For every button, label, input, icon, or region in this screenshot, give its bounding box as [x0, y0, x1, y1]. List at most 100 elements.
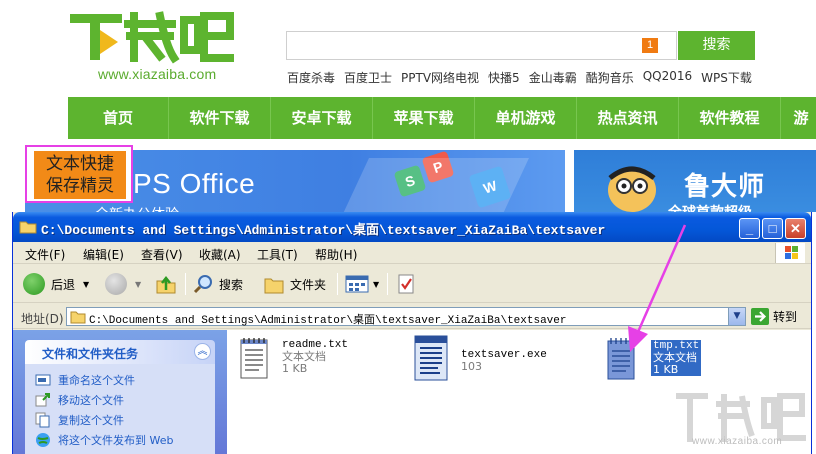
- callout-label: 文本快捷 保存精灵: [34, 151, 126, 199]
- hotlink[interactable]: WPS下载: [701, 69, 752, 86]
- file-version: 103: [461, 360, 482, 373]
- nav-item-tutorials[interactable]: 软件教程: [679, 97, 781, 139]
- toolbar-separator: [387, 273, 388, 295]
- nav-item-more[interactable]: 游: [781, 97, 816, 139]
- file-tasks-title: 文件和文件夹任务: [42, 347, 139, 361]
- window-titlebar[interactable]: C:\Documents and Settings\Administrator\…: [13, 212, 811, 242]
- task-copy[interactable]: 复制这个文件: [35, 410, 215, 430]
- menu-view[interactable]: 查看(V): [141, 246, 183, 263]
- properties-button[interactable]: [395, 272, 417, 296]
- hotlink[interactable]: PPTV网络电视: [401, 69, 479, 86]
- hotlink[interactable]: 快播5: [488, 69, 520, 86]
- hotlink[interactable]: 百度卫士: [344, 69, 392, 86]
- hot-search-links: 百度杀毒 百度卫士 PPTV网络电视 快播5 金山毒霸 酷狗音乐 QQ2016 …: [287, 69, 761, 86]
- maximize-button[interactable]: □: [762, 218, 783, 239]
- folders-label: 文件夹: [290, 277, 327, 292]
- go-arrow-icon: [751, 308, 769, 325]
- file-item-readme[interactable]: readme.txt 文本文档 1 KB: [239, 336, 348, 380]
- views-button[interactable]: ▼: [345, 272, 379, 296]
- task-move[interactable]: 移动这个文件: [35, 390, 215, 410]
- task-label: 复制这个文件: [58, 414, 124, 427]
- file-tasks-list: 重命名这个文件 移动这个文件 复制这个文件 将这个文件发布到 Web: [25, 364, 215, 454]
- rename-icon: [35, 374, 51, 386]
- go-button[interactable]: 转到: [751, 307, 797, 326]
- nav-item-apple[interactable]: 苹果下载: [373, 97, 475, 139]
- forward-button[interactable]: ▼: [105, 272, 141, 296]
- minimize-button[interactable]: _: [739, 218, 760, 239]
- nav-item-news[interactable]: 热点资讯: [577, 97, 679, 139]
- windows-logo-icon: [775, 243, 805, 263]
- search-toolbar-button[interactable]: 搜索: [193, 272, 243, 296]
- search-suggest-badge: 1: [642, 38, 658, 53]
- menu-edit[interactable]: 编辑(E): [83, 246, 124, 263]
- address-value: C:\Documents and Settings\Administrator\…: [89, 315, 567, 327]
- chevron-down-icon: ▼: [135, 279, 142, 289]
- task-rename[interactable]: 重命名这个文件: [35, 370, 215, 390]
- notepad-file-icon: [607, 338, 635, 380]
- hotlink[interactable]: 酷狗音乐: [586, 69, 634, 86]
- menu-help[interactable]: 帮助(H): [315, 246, 357, 263]
- nav-item-home[interactable]: 首页: [68, 97, 169, 139]
- site-logo[interactable]: www.xiazaiba.com: [68, 8, 238, 86]
- menu-tools[interactable]: 工具(T): [257, 246, 298, 263]
- move-icon: [35, 393, 50, 407]
- window-title: C:\Documents and Settings\Administrator\…: [41, 223, 606, 238]
- banner-decoration: [341, 158, 529, 212]
- search-button[interactable]: 搜索: [678, 31, 755, 60]
- menu-favorites[interactable]: 收藏(A): [199, 246, 241, 263]
- task-label: 将这个文件发布到 Web: [58, 434, 174, 447]
- banner-title: PS Office: [133, 168, 256, 199]
- banner-title: 鲁大师: [684, 172, 766, 202]
- task-label: 移动这个文件: [58, 394, 124, 407]
- address-label: 地址(D): [21, 312, 64, 326]
- notepad-file-icon: [240, 338, 268, 379]
- file-item-textsaver-exe[interactable]: textsaver.exe 103: [413, 334, 547, 382]
- back-label: 后退: [51, 277, 76, 292]
- banner-subtitle: 全新办公体验: [95, 204, 179, 212]
- up-folder-icon: [156, 275, 176, 294]
- collapse-icon[interactable]: ︽: [194, 343, 211, 360]
- mascot-icon: [608, 166, 656, 212]
- nav-item-software[interactable]: 软件下载: [169, 97, 271, 139]
- address-input[interactable]: C:\Documents and Settings\Administrator\…: [66, 307, 746, 327]
- callout-line: 保存精灵: [46, 176, 114, 196]
- back-button[interactable]: 后退 ▼: [23, 272, 89, 296]
- toolbar-separator: [185, 273, 186, 295]
- file-size: 1 KB: [653, 363, 679, 376]
- address-bar: 地址(D) C:\Documents and Settings\Administ…: [13, 304, 811, 329]
- standard-toolbar: 后退 ▼ ▼ 搜索 文件夹 ▼: [13, 265, 811, 303]
- app-name-callout: 文本快捷 保存精灵: [25, 145, 133, 203]
- file-item-tmp[interactable]: tmp.txt 文本文档 1 KB: [605, 336, 702, 382]
- logo-mark: [70, 11, 234, 64]
- main-nav: 首页 软件下载 安卓下载 苹果下载 单机游戏 热点资讯 软件教程 游: [68, 97, 816, 139]
- menu-file[interactable]: 文件(F): [25, 246, 65, 263]
- nav-item-games[interactable]: 单机游戏: [475, 97, 577, 139]
- forward-arrow-icon: [105, 273, 127, 295]
- ludashi-banner[interactable]: 鲁大师 全球首款超级: [574, 150, 816, 212]
- file-label: readme.txt 文本文档 1 KB: [282, 340, 348, 380]
- file-label: textsaver.exe 103: [461, 350, 547, 382]
- chevron-down-icon[interactable]: ▼: [728, 308, 745, 325]
- file-label-selected: tmp.txt 文本文档 1 KB: [651, 340, 702, 376]
- task-pane: 文件和文件夹任务 ︽ 重命名这个文件 移动这个文件 复制这个文件 将这个文件发布…: [13, 330, 227, 454]
- exe-file-icon: [414, 335, 448, 381]
- copy-icon: [35, 412, 50, 428]
- hotlink[interactable]: 百度杀毒: [287, 69, 335, 86]
- folder-icon: [19, 221, 37, 234]
- folders-button[interactable]: 文件夹: [263, 272, 326, 296]
- hotlink[interactable]: 金山毒霸: [529, 69, 577, 86]
- close-button[interactable]: ✕: [785, 218, 806, 239]
- callout-line: 文本快捷: [46, 154, 114, 174]
- hotlink[interactable]: QQ2016: [643, 69, 692, 86]
- search-input[interactable]: 1: [286, 31, 677, 60]
- chevron-down-icon: ▼: [373, 279, 380, 289]
- up-folder-button[interactable]: [155, 272, 177, 296]
- views-icon: [345, 275, 369, 293]
- folders-icon: [264, 278, 284, 294]
- nav-item-android[interactable]: 安卓下载: [271, 97, 373, 139]
- web-publish-icon: [36, 433, 50, 447]
- task-publish-web[interactable]: 将这个文件发布到 Web: [35, 430, 215, 450]
- go-label: 转到: [773, 310, 798, 324]
- chevron-down-icon: ▼: [83, 279, 90, 289]
- file-tasks-header[interactable]: 文件和文件夹任务 ︽: [25, 340, 215, 364]
